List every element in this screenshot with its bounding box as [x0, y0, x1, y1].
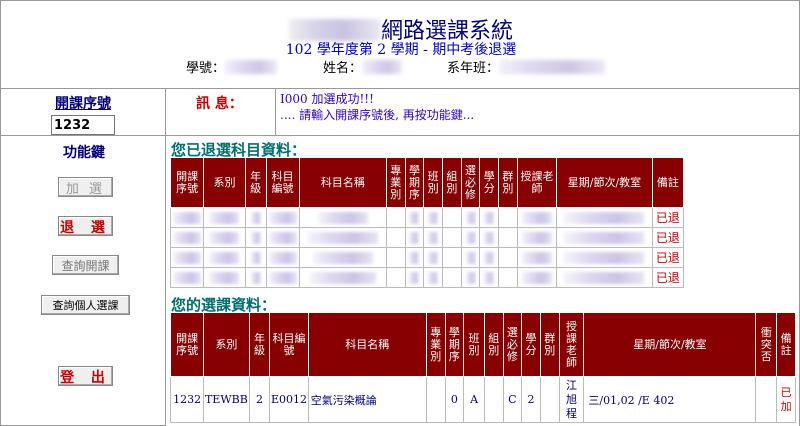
- course-number-label: 開課序號: [55, 96, 111, 112]
- cluster-cell: [539, 376, 560, 423]
- specialty-cell: [425, 376, 446, 423]
- col-header: 備註: [776, 312, 796, 377]
- teacher-cell: 江旭程: [558, 376, 585, 423]
- col-header: 選必修: [460, 157, 481, 208]
- col-header: 班別: [463, 312, 485, 377]
- term-line: 102 學年度第 2 學期 - 期中考後退選: [285, 42, 517, 58]
- redacted-school-name: [288, 19, 381, 41]
- col-header: 系別: [203, 157, 246, 208]
- table-row: 1232 TEWBB 2 E0012 空氣污染概論 0 A C 2 江旭程 三/…: [169, 376, 796, 423]
- table-row: 已退: [169, 207, 685, 228]
- class-row: 系年班：: [447, 57, 606, 76]
- col-header: 年級: [244, 157, 267, 208]
- query-personal-courses-button[interactable]: 查詢個人選課: [41, 295, 130, 315]
- col-header: 群別: [539, 312, 560, 377]
- logout-button[interactable]: 登 出: [58, 366, 113, 386]
- col-header: 授課老師: [558, 312, 585, 377]
- student-id-label: 學號：: [186, 61, 226, 76]
- col-header: 科目名稱: [307, 312, 427, 377]
- col-header: 科目名稱: [298, 157, 387, 208]
- redacted-class: [499, 60, 606, 74]
- table-row: 已退: [169, 267, 685, 288]
- col-header: 系別: [203, 312, 250, 377]
- function-panel: 功能鍵 加 選 退 選 查詢開課 查詢個人選課 登 出: [0, 136, 166, 426]
- col-header: 組別: [442, 157, 462, 208]
- col-header: 學期序: [444, 312, 465, 377]
- col-header: 專業別: [385, 157, 406, 208]
- col-header: 專業別: [425, 312, 446, 377]
- course-entry-panel: 開課序號: [0, 88, 166, 136]
- col-header: 選必修: [502, 312, 523, 377]
- message-line-1: I000 加選成功!!!: [280, 92, 374, 106]
- message-label: 訊 息：: [196, 96, 243, 112]
- message-box: I000 加選成功!!! .... 請輸入開課序號後, 再按功能鍵...: [276, 88, 800, 136]
- col-header: 組別: [483, 312, 504, 377]
- add-course-button[interactable]: 加 選: [58, 177, 113, 197]
- dept-cell: TEWBB: [203, 376, 250, 423]
- col-header: 開課序號: [169, 157, 205, 208]
- col-header: 科目編號: [269, 312, 309, 377]
- col-header: 備註: [651, 157, 685, 208]
- subject-name-cell: 空氣污染概論: [307, 376, 427, 423]
- col-header: 授課老師: [516, 157, 558, 208]
- col-header: 群別: [498, 157, 518, 208]
- withdrawn-remark: 已退: [651, 207, 685, 228]
- credits-cell: 2: [521, 376, 541, 423]
- course-number-cell: 1232: [169, 376, 205, 423]
- function-keys-label: 功能鍵: [63, 145, 105, 161]
- col-header: 年級: [248, 312, 271, 377]
- table-row: 已退: [169, 247, 685, 268]
- query-offered-courses-button[interactable]: 查詢開課: [52, 255, 119, 275]
- class-label: 系年班：: [447, 61, 500, 76]
- student-name-row: 姓名：: [323, 57, 403, 76]
- student-name-label: 姓名：: [323, 61, 363, 76]
- grade-cell: 2: [248, 376, 271, 423]
- col-header: 班別: [423, 157, 444, 208]
- col-header: 學期序: [404, 157, 425, 208]
- withdrawn-remark: 已退: [651, 267, 685, 288]
- elective-cell: C: [502, 376, 523, 423]
- semester-seq-cell: 0: [444, 376, 465, 423]
- col-header: 星期/節次/教室: [583, 312, 757, 377]
- conflict-cell: [755, 376, 778, 423]
- schedule-cell: 三/01,02 /E 402: [583, 376, 757, 423]
- subject-code-cell: E0012: [269, 376, 309, 423]
- student-id-row: 學號：: [186, 57, 278, 76]
- col-header: 星期/節次/教室: [556, 157, 653, 208]
- col-header: 開課序號: [169, 312, 205, 377]
- withdrawn-remark: 已退: [651, 227, 685, 248]
- course-number-input[interactable]: [51, 115, 115, 135]
- enrolled-remark: 已加: [776, 376, 796, 423]
- redacted-student-id: [225, 60, 278, 74]
- group-cell: [483, 376, 504, 423]
- col-header: 衝突否: [755, 312, 778, 377]
- main-content: 您已退選科目資料： 開課序號 系別 年級 科目編號 科目名稱 專業別 學期序 班…: [166, 136, 800, 426]
- withdrawn-remark: 已退: [651, 247, 685, 268]
- message-line-2: .... 請輸入開課序號後, 再按功能鍵...: [280, 108, 475, 122]
- col-header: 學分: [479, 157, 500, 208]
- class-cell: A: [463, 376, 485, 423]
- col-header: 學分: [521, 312, 541, 377]
- enrolled-courses-table: 開課序號 系別 年級 科目編號 科目名稱 專業別 學期序 班別 組別 選必修 學…: [169, 312, 796, 423]
- withdrawn-courses-table: 開課序號 系別 年級 科目編號 科目名稱 專業別 學期序 班別 組別 選必修 學…: [169, 157, 685, 288]
- message-label-cell: 訊 息：: [166, 88, 276, 136]
- table-row: 已退: [169, 227, 685, 248]
- redacted-student-name: [362, 60, 403, 74]
- drop-course-button[interactable]: 退 選: [58, 216, 113, 236]
- page-header: 網路選課系統 102 學年度第 2 學期 - 期中考後退選 學號： 姓名： 系年…: [0, 0, 800, 88]
- col-header: 科目編號: [265, 157, 300, 208]
